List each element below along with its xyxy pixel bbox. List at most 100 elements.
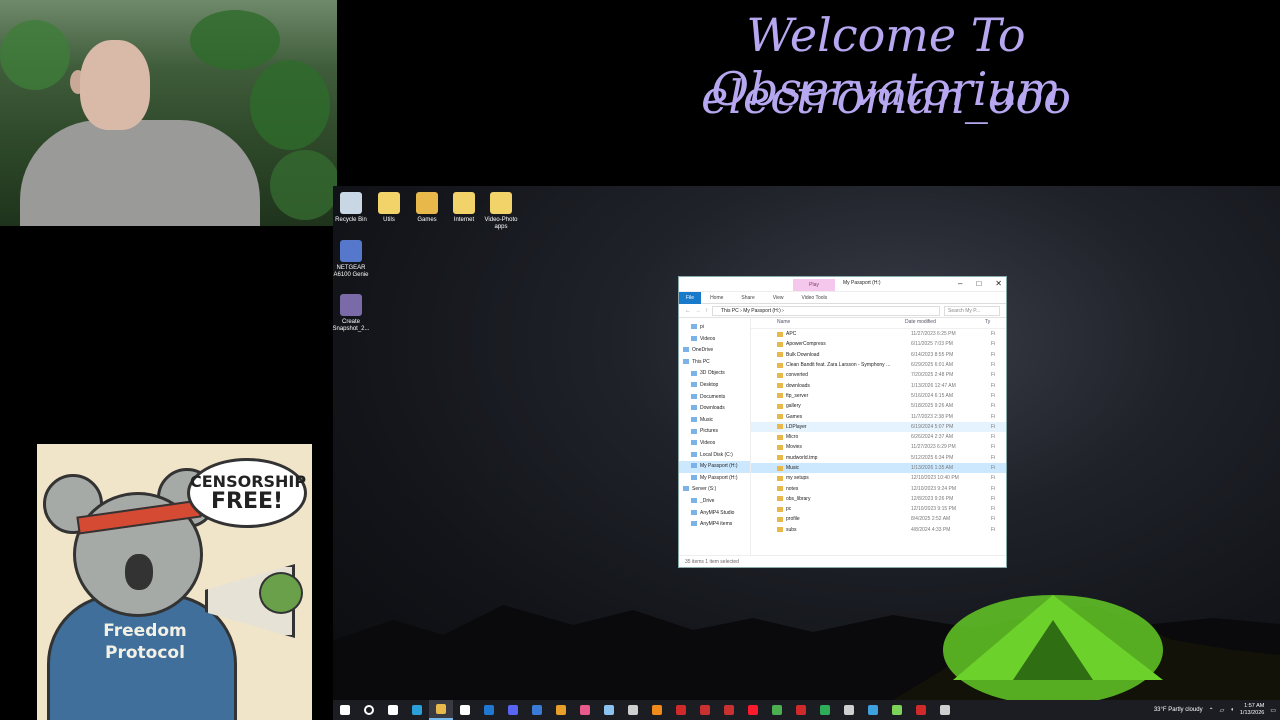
store-icon[interactable] <box>453 700 477 720</box>
weather-widget[interactable]: 33°F Partly cloudy <box>1154 707 1203 713</box>
nav-item[interactable]: Videos <box>679 438 750 450</box>
close-icon[interactable]: ✕ <box>995 279 1002 288</box>
file-row[interactable]: Games 11/7/2023 2:38 PM Fi <box>751 411 1006 421</box>
nav-item[interactable]: pi <box>679 322 750 334</box>
play-contextual-tab[interactable]: Play <box>793 279 835 291</box>
file-row[interactable]: converted 7/20/2025 2:48 PM Fi <box>751 370 1006 380</box>
mail-icon[interactable] <box>477 700 501 720</box>
column-header-date[interactable]: Date modified <box>905 319 985 328</box>
file-row[interactable]: pc 12/10/2023 9:15 PM Fi <box>751 504 1006 514</box>
desktop-icon-netgear[interactable]: NETGEAR A6100 Genie <box>332 240 370 279</box>
app-icon[interactable] <box>693 700 717 720</box>
file-row[interactable]: mudworld.tmp 5/12/2025 6:34 PM Fi <box>751 453 1006 463</box>
forward-arrow-icon[interactable]: → <box>695 308 701 314</box>
app-icon[interactable] <box>885 700 909 720</box>
discord-icon[interactable] <box>501 700 525 720</box>
task-view-icon[interactable] <box>381 700 405 720</box>
file-row[interactable]: notes 12/10/2023 9:24 PM Fi <box>751 483 1006 493</box>
back-arrow-icon[interactable]: ← <box>685 308 691 314</box>
chrome-icon[interactable] <box>765 700 789 720</box>
nav-item[interactable]: My Passport (H:) <box>679 473 750 485</box>
tab-video-tools[interactable]: Video Tools <box>793 295 837 301</box>
nav-item[interactable]: _Drive <box>679 496 750 508</box>
search-input[interactable]: Search My P... <box>944 305 1000 316</box>
file-row[interactable]: Bulk Download 6/14/2023 8:55 PM Fi <box>751 350 1006 360</box>
nav-item[interactable]: Videos <box>679 334 750 346</box>
minimize-icon[interactable]: – <box>958 279 962 288</box>
file-row[interactable]: LDPlayer 6/19/2024 5:07 PM Fi <box>751 421 1006 432</box>
nav-item[interactable]: This PC <box>679 357 750 369</box>
clock[interactable]: 1:57 AM 1/13/2026 <box>1240 703 1264 717</box>
opera-icon[interactable] <box>741 700 765 720</box>
file-row[interactable]: my setups 12/10/2023 10:40 PM Fi <box>751 473 1006 483</box>
column-header-type[interactable]: Ty <box>985 319 990 328</box>
vlc-icon[interactable] <box>645 700 669 720</box>
file-date: 6/19/2024 5:07 PM <box>911 423 954 430</box>
file-row[interactable]: APC 11/27/2023 6:25 PM Fi <box>751 329 1006 339</box>
file-row[interactable]: profile 8/4/2025 2:52 AM Fi <box>751 514 1006 524</box>
nav-item[interactable]: AnyMP4 Studio <box>679 508 750 520</box>
desktop-icon-snapshot[interactable]: Create Snapshot_2... <box>332 294 370 333</box>
column-header-name[interactable]: Name <box>777 319 905 328</box>
file-row[interactable]: Movies 11/27/2023 6:29 PM Fi <box>751 442 1006 452</box>
app-icon[interactable] <box>669 700 693 720</box>
file-row[interactable]: obs_library 12/8/2023 9:26 PM Fi <box>751 494 1006 504</box>
maximize-icon[interactable]: □ <box>976 279 981 288</box>
search-icon[interactable] <box>357 700 381 720</box>
edge-icon[interactable] <box>405 700 429 720</box>
tab-file[interactable]: File <box>679 291 702 304</box>
nav-item[interactable]: Documents <box>679 392 750 404</box>
file-row[interactable]: Music 1/13/2026 1:35 AM Fi <box>751 462 1006 474</box>
notification-icon[interactable]: ▭ <box>1270 707 1276 714</box>
obs-icon[interactable] <box>933 700 957 720</box>
tab-home[interactable]: Home <box>701 295 732 301</box>
file-row[interactable]: downloads 1/13/2026 12:47 AM Fi <box>751 380 1006 390</box>
up-arrow-icon[interactable]: ↑ <box>705 308 708 314</box>
volume-icon[interactable]: ◖ <box>1230 707 1234 713</box>
title-bar[interactable]: Play My Passport (H:) – □ ✕ <box>679 277 1006 292</box>
app-icon[interactable] <box>861 700 885 720</box>
app-icon[interactable] <box>717 700 741 720</box>
file-row[interactable]: Clean Bandit feat. Zara Larsson - Sympho… <box>751 360 1006 370</box>
file-row[interactable]: ApowerCompress 6/11/2025 7:03 PM Fi <box>751 339 1006 349</box>
app-icon[interactable] <box>525 700 549 720</box>
app-icon[interactable] <box>813 700 837 720</box>
desktop-icon-recycle-bin[interactable]: Recycle Bin <box>332 192 370 224</box>
file-row[interactable]: gallery 5/18/2025 9:26 AM Fi <box>751 401 1006 411</box>
chevron-up-icon[interactable]: ⌃ <box>1209 707 1214 714</box>
nav-item[interactable]: Server (S:) <box>679 484 750 496</box>
nav-item[interactable]: My Passport (H:) <box>679 461 750 473</box>
desktop-icon-utils[interactable]: Utils <box>370 192 408 224</box>
nav-item[interactable]: Desktop <box>679 380 750 392</box>
file-explorer-window[interactable]: Play My Passport (H:) – □ ✕ File Home Sh… <box>678 276 1007 568</box>
app-icon[interactable] <box>789 700 813 720</box>
desktop-icon-video-photo-apps[interactable]: Video-Photo apps <box>482 192 520 231</box>
nav-item[interactable]: AnyMP4 items <box>679 519 750 531</box>
address-bar[interactable]: This PC › My Passport (H:) › <box>712 305 940 316</box>
file-row[interactable]: subs 4/8/2024 4:33 PM Fi <box>751 525 1006 535</box>
nav-item[interactable]: 3D Objects <box>679 368 750 380</box>
file-explorer-icon[interactable] <box>429 700 453 720</box>
tab-view[interactable]: View <box>764 295 793 301</box>
app-icon[interactable] <box>909 700 933 720</box>
nav-item[interactable]: Music <box>679 415 750 427</box>
nav-item[interactable]: Pictures <box>679 426 750 438</box>
desktop-icon-internet[interactable]: Internet <box>445 192 483 224</box>
folder-icon <box>777 486 783 492</box>
paint-icon[interactable] <box>573 700 597 720</box>
nav-item[interactable]: Downloads <box>679 403 750 415</box>
nav-item[interactable]: Local Disk (C:) <box>679 450 750 462</box>
start-icon[interactable] <box>333 700 357 720</box>
notepad-icon[interactable] <box>597 700 621 720</box>
desktop-icon-games[interactable]: Games <box>408 192 446 224</box>
terminal-icon[interactable] <box>837 700 861 720</box>
nav-item[interactable]: OneDrive <box>679 345 750 357</box>
speech-bubble: CENSORSHIP FREE! <box>187 458 307 528</box>
file-row[interactable]: ftp_server 5/16/2024 6:15 AM Fi <box>751 391 1006 401</box>
folder-icon <box>683 486 689 492</box>
tab-share[interactable]: Share <box>732 295 763 301</box>
app-icon[interactable] <box>549 700 573 720</box>
file-row[interactable]: Micro 6/26/2024 2:37 AM Fi <box>751 432 1006 442</box>
app-icon[interactable] <box>621 700 645 720</box>
network-icon[interactable]: ▱ <box>1220 707 1225 714</box>
